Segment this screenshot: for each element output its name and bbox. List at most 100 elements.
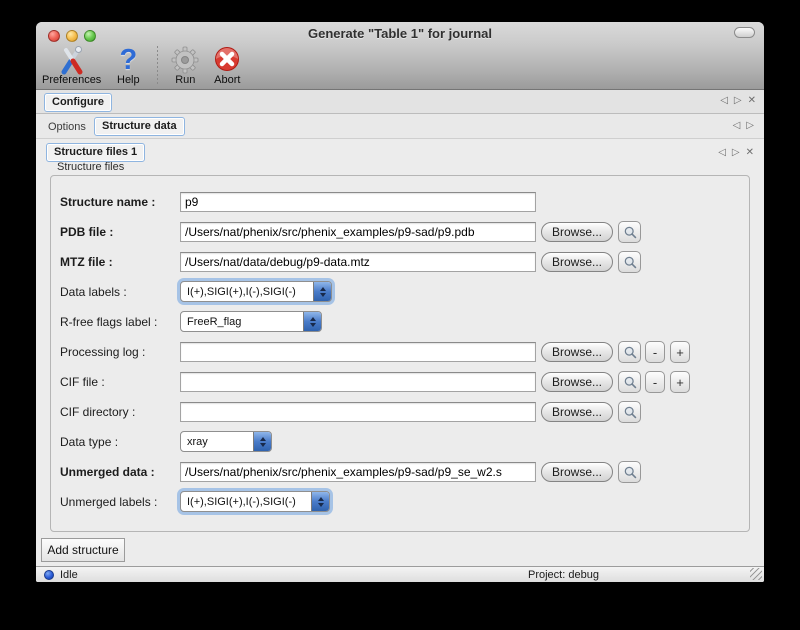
- field-label: Data type :: [60, 431, 178, 453]
- toolbar: Preferences ? Help: [40, 44, 252, 90]
- field-label: PDB file :: [60, 221, 178, 243]
- field-label: Data labels :: [60, 281, 178, 303]
- preferences-label: Preferences: [42, 74, 101, 86]
- data-type-select[interactable]: xray: [180, 431, 272, 452]
- popup-stepper-icon: [303, 312, 321, 331]
- structure-name-input[interactable]: [180, 192, 536, 212]
- remove-field-button[interactable]: -: [645, 341, 665, 363]
- tab-close-icon[interactable]: ✕: [748, 96, 756, 106]
- popup-stepper-icon: [313, 282, 331, 301]
- field-label: Unmerged labels :: [60, 491, 178, 513]
- help-label: Help: [117, 74, 140, 86]
- field-label: R-free flags label :: [60, 311, 178, 333]
- status-bar: Idle Project: debug: [36, 566, 764, 582]
- mtz-file-input[interactable]: [180, 252, 536, 272]
- form-row-data-labels: Data labels : I(+),SIGI(+),I(-),SIGI(-): [60, 281, 750, 303]
- status-text: Idle: [60, 569, 78, 581]
- add-structure-button[interactable]: Add structure: [41, 538, 125, 562]
- selected-option: I(+),SIGI(+),I(-),SIGI(-): [181, 496, 311, 508]
- pdb-file-input[interactable]: [180, 222, 536, 242]
- rfree-flags-select[interactable]: FreeR_flag: [180, 311, 322, 332]
- field-label: Unmerged data :: [60, 461, 178, 483]
- selected-option: FreeR_flag: [181, 316, 303, 328]
- tabbar3-controls: ◁ ▷ ✕: [718, 148, 754, 158]
- tab-scroll-right-icon[interactable]: ▷: [732, 148, 740, 158]
- close-button[interactable]: [48, 30, 60, 42]
- zoom-button[interactable]: [84, 30, 96, 42]
- view-file-button[interactable]: [618, 371, 641, 393]
- field-label: Structure name :: [60, 191, 178, 213]
- unmerged-data-input[interactable]: [180, 462, 536, 482]
- app-window: Generate "Table 1" for journal Preferenc…: [36, 22, 764, 582]
- tab-options[interactable]: Options: [48, 121, 86, 133]
- selected-option: I(+),SIGI(+),I(-),SIGI(-): [181, 286, 313, 298]
- tab-scroll-left-icon[interactable]: ◁: [720, 96, 728, 106]
- browse-button[interactable]: Browse...: [541, 222, 613, 242]
- browse-button[interactable]: Browse...: [541, 372, 613, 392]
- field-label: CIF directory :: [60, 401, 178, 423]
- tab-scroll-left-icon[interactable]: ◁: [733, 121, 741, 131]
- form-row-structure-name: Structure name :: [60, 191, 750, 213]
- abort-label: Abort: [214, 74, 240, 86]
- resize-grip[interactable]: [750, 568, 762, 580]
- help-button[interactable]: ? Help: [111, 44, 145, 86]
- browse-button[interactable]: Browse...: [541, 342, 613, 362]
- remove-field-button[interactable]: -: [645, 371, 665, 393]
- form-row-processing-log: Processing log : Browse... - +: [60, 341, 750, 363]
- preferences-button[interactable]: Preferences: [40, 44, 103, 86]
- magnifier-icon: [623, 225, 637, 239]
- browse-button[interactable]: Browse...: [541, 252, 613, 272]
- window-chrome: Generate "Table 1" for journal Preferenc…: [36, 22, 764, 90]
- tab-scroll-right-icon[interactable]: ▷: [734, 96, 742, 106]
- field-label: MTZ file :: [60, 251, 178, 273]
- titlebar[interactable]: Generate "Table 1" for journal: [36, 22, 764, 44]
- tab-scroll-right-icon[interactable]: ▷: [746, 121, 754, 131]
- minimize-button[interactable]: [66, 30, 78, 42]
- cif-file-input[interactable]: [180, 372, 536, 392]
- form-row-rfree-flags: R-free flags label : FreeR_flag: [60, 311, 750, 333]
- cif-directory-input[interactable]: [180, 402, 536, 422]
- form-row-cif-directory: CIF directory : Browse...: [60, 401, 750, 423]
- group-label: Structure files: [57, 161, 124, 173]
- field-label: Processing log :: [60, 341, 178, 363]
- browse-button[interactable]: Browse...: [541, 402, 613, 422]
- tabbar2-controls: ◁ ▷: [733, 121, 754, 131]
- browse-button[interactable]: Browse...: [541, 462, 613, 482]
- tab-close-icon[interactable]: ✕: [746, 148, 754, 158]
- form-row-unmerged-data: Unmerged data : Browse...: [60, 461, 750, 483]
- selected-option: xray: [181, 436, 253, 448]
- add-field-button[interactable]: +: [670, 341, 690, 363]
- gear-icon: [170, 45, 200, 75]
- toolbar-toggle-button[interactable]: [734, 27, 755, 38]
- field-label: CIF file :: [60, 371, 178, 393]
- tab-scroll-left-icon[interactable]: ◁: [718, 148, 726, 158]
- magnifier-icon: [623, 255, 637, 269]
- view-file-button[interactable]: [618, 221, 641, 243]
- processing-log-input[interactable]: [180, 342, 536, 362]
- tabbar-sections: Options Structure data ◁ ▷: [36, 114, 764, 139]
- magnifier-icon: [623, 405, 637, 419]
- window-title: Generate "Table 1" for journal: [116, 26, 684, 41]
- tabbar1-controls: ◁ ▷ ✕: [720, 96, 756, 106]
- add-field-button[interactable]: +: [670, 371, 690, 393]
- view-file-button[interactable]: [618, 341, 641, 363]
- form-row-unmerged-labels: Unmerged labels : I(+),SIGI(+),I(-),SIGI…: [60, 491, 750, 513]
- form-row-pdb-file: PDB file : Browse...: [60, 221, 750, 243]
- tab-configure[interactable]: Configure: [44, 93, 112, 112]
- run-label: Run: [175, 74, 195, 86]
- tab-structure-data[interactable]: Structure data: [94, 117, 185, 136]
- view-file-button[interactable]: [618, 461, 641, 483]
- tab-structure-files-1[interactable]: Structure files 1: [46, 143, 145, 162]
- abort-icon: [212, 45, 242, 75]
- popup-stepper-icon: [253, 432, 271, 451]
- view-file-button[interactable]: [618, 251, 641, 273]
- toolbar-separator: [157, 46, 158, 84]
- run-button[interactable]: Run: [168, 44, 202, 86]
- view-file-button[interactable]: [618, 401, 641, 423]
- tabbar-configure: Configure ◁ ▷ ✕: [36, 90, 764, 114]
- popup-stepper-icon: [311, 492, 329, 511]
- data-labels-select[interactable]: I(+),SIGI(+),I(-),SIGI(-): [180, 281, 332, 302]
- abort-button[interactable]: Abort: [210, 44, 244, 86]
- unmerged-labels-select[interactable]: I(+),SIGI(+),I(-),SIGI(-): [180, 491, 330, 512]
- question-icon: ?: [113, 45, 143, 75]
